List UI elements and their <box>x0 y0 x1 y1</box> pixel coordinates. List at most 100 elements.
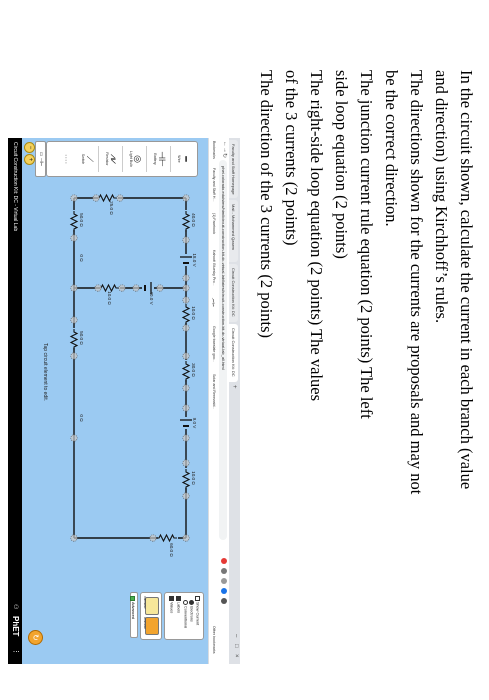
switch-icon: ⟋ <box>85 155 95 163</box>
bookmark-item[interactable]: Other bookmarks <box>209 626 218 654</box>
question-line: of the 3 currents (2 points) <box>282 70 301 246</box>
bookmark-item[interactable]: Solar and Renewabl... <box>209 374 218 409</box>
zoom-out-icon[interactable]: − <box>24 142 35 153</box>
junction-node[interactable] <box>149 534 157 542</box>
tab-circuit-1[interactable]: Circuit Construction Kit: DC <box>229 264 238 322</box>
option-label: Values <box>169 602 174 614</box>
voltmeter-label: Voltmeter <box>143 596 147 609</box>
show-current-checkbox[interactable]: Show Current <box>195 596 200 625</box>
junction-node[interactable] <box>94 284 102 292</box>
voltmeter-icon[interactable] <box>145 597 159 615</box>
junction-node[interactable] <box>182 324 190 332</box>
bookmark-star-icon[interactable] <box>221 578 227 584</box>
junction-node[interactable] <box>70 434 78 442</box>
question-line: be the correct direction. <box>382 70 401 227</box>
resistor-value-label: 25.0 Ω <box>109 201 114 215</box>
wire-style-toggle[interactable]: ▭ ⊣⊢ <box>35 141 46 177</box>
tab-circuit-2[interactable]: Circuit Construction Kit: DC <box>229 324 238 382</box>
browser-window: Faculty and Staff Homepage Mail - Mohamm… <box>8 138 240 664</box>
component-toolbox: ━ Wire ⊣⊢ Battery ◎ Light Bulb ⩘⩗ Resist… <box>46 141 198 177</box>
battery-value-label: 40.0 V <box>149 291 154 305</box>
zoom-in-icon[interactable]: + <box>24 154 35 165</box>
toolbox-wire[interactable]: ━ Wire <box>177 142 191 176</box>
edit-hint: Tap circuit element to edit. <box>42 343 48 402</box>
bookmark-item[interactable]: Kahoot! Bluesky Pro... <box>209 250 218 286</box>
junction-node[interactable] <box>118 284 126 292</box>
reset-all-button[interactable]: ↻ <box>28 630 43 645</box>
option-label: Show Current <box>195 602 200 626</box>
junction-node[interactable] <box>182 434 190 442</box>
electrons-radio[interactable]: Electrons <box>189 600 194 622</box>
tool-label: Resistor <box>105 152 109 166</box>
bookmark-item[interactable]: Google translate goo... <box>209 326 218 362</box>
sim-title: Circuit Construction Kit: DC - Virtual L… <box>12 142 18 232</box>
junction-node[interactable] <box>182 274 190 282</box>
menu-icon[interactable]: ⋮ <box>8 648 22 655</box>
junction-node[interactable] <box>182 194 190 202</box>
puzzle-icon[interactable] <box>221 568 227 574</box>
junction-node[interactable] <box>70 316 78 324</box>
page-dots[interactable]: • • • • <box>64 142 69 176</box>
checkbox-box <box>169 596 174 601</box>
junction-node[interactable] <box>156 284 164 292</box>
junction-node[interactable] <box>182 352 190 360</box>
junction-node[interactable] <box>182 404 190 412</box>
divider <box>122 146 123 172</box>
close-icon[interactable]: × <box>233 654 239 658</box>
user-icon[interactable]: ⚇ <box>8 604 22 609</box>
sim-canvas[interactable]: 40.0 Ω 18.0 V 10.0 Ω 30.0 Ω 9.0 V 10.0 Ω 60.0 … <box>22 138 208 664</box>
new-tab-button[interactable]: + <box>229 385 238 389</box>
bookmark-item[interactable]: Bookmarks <box>209 141 218 159</box>
junction-node[interactable] <box>182 296 190 304</box>
profile-avatar[interactable] <box>221 588 227 594</box>
advanced-toggle[interactable]: Advanced <box>130 592 138 638</box>
values-checkbox[interactable]: Values <box>169 596 174 613</box>
question-line: The direction of the 3 currents (2 point… <box>257 70 276 339</box>
option-label: Conventional <box>183 606 188 629</box>
junction-node[interactable] <box>70 284 78 292</box>
reload-icon[interactable]: ↻ <box>221 153 228 158</box>
junction-node[interactable] <box>70 194 78 202</box>
junction-node[interactable] <box>182 492 190 500</box>
bookmark-item[interactable]: مؤتمر <box>209 298 218 307</box>
toolbox-switch[interactable]: ⟋ Switch <box>81 142 95 176</box>
junction-node[interactable] <box>116 194 124 202</box>
tab-faculty[interactable]: Faculty and Staff Homepage <box>229 140 238 198</box>
wire-value-label: 0 Ω <box>79 254 84 262</box>
phet-logo[interactable]: PhET <box>8 616 22 636</box>
conventional-radio[interactable]: Conventional <box>183 600 188 628</box>
toolbox-resistor[interactable]: ⩘⩗ Resistor <box>105 142 119 176</box>
junction-node[interactable] <box>182 384 190 392</box>
url-input[interactable]: phet.colorado.edu/sims/html/circuit-cons… <box>219 160 227 540</box>
ammeter-label: Ammeter <box>143 617 147 630</box>
minimize-icon[interactable]: – <box>233 634 239 637</box>
junction-node[interactable] <box>182 236 190 244</box>
maximize-icon[interactable]: □ <box>233 644 239 648</box>
tool-label: Light Bulb <box>129 151 133 167</box>
labels-checkbox[interactable]: Labels <box>176 596 181 613</box>
resistor-value-label: 10.0 Ω <box>107 291 112 305</box>
extension-icon[interactable] <box>221 558 227 564</box>
divider <box>98 146 99 172</box>
light-bulb-icon: ◎ <box>133 155 143 163</box>
junction-node[interactable] <box>182 284 190 292</box>
battery-gap <box>180 417 192 429</box>
tab-mail[interactable]: Mail - Mohammed Qasem <box>229 200 238 262</box>
junction-node[interactable] <box>70 234 78 242</box>
junction-node[interactable] <box>70 534 78 542</box>
junction-node[interactable] <box>92 194 100 202</box>
display-options-panel: Show Current Electrons Conventional Labe… <box>164 592 204 640</box>
bookmark-item[interactable]: (1) Facebook <box>209 213 218 234</box>
ammeter-icon[interactable] <box>145 617 159 635</box>
kebab-menu-icon[interactable] <box>221 598 227 604</box>
toolbox-battery[interactable]: ⊣⊢ Battery <box>153 142 167 176</box>
toolbox-light-bulb[interactable]: ◎ Light Bulb <box>129 142 143 176</box>
circuit-diagram[interactable]: 40.0 Ω 18.0 V 10.0 Ω 30.0 Ω 9.0 V 10.0 Ω 60.0 … <box>22 138 208 664</box>
resistor-icon: ⩘⩗ <box>109 153 119 165</box>
junction-node[interactable] <box>70 352 78 360</box>
junction-node[interactable] <box>132 284 140 292</box>
junction-node[interactable] <box>182 459 190 467</box>
junction-node[interactable] <box>182 534 190 542</box>
phet-navbar: Circuit Construction Kit: DC - Virtual L… <box>8 138 22 664</box>
bookmark-item[interactable]: Faculty and Staff H... <box>209 168 218 202</box>
